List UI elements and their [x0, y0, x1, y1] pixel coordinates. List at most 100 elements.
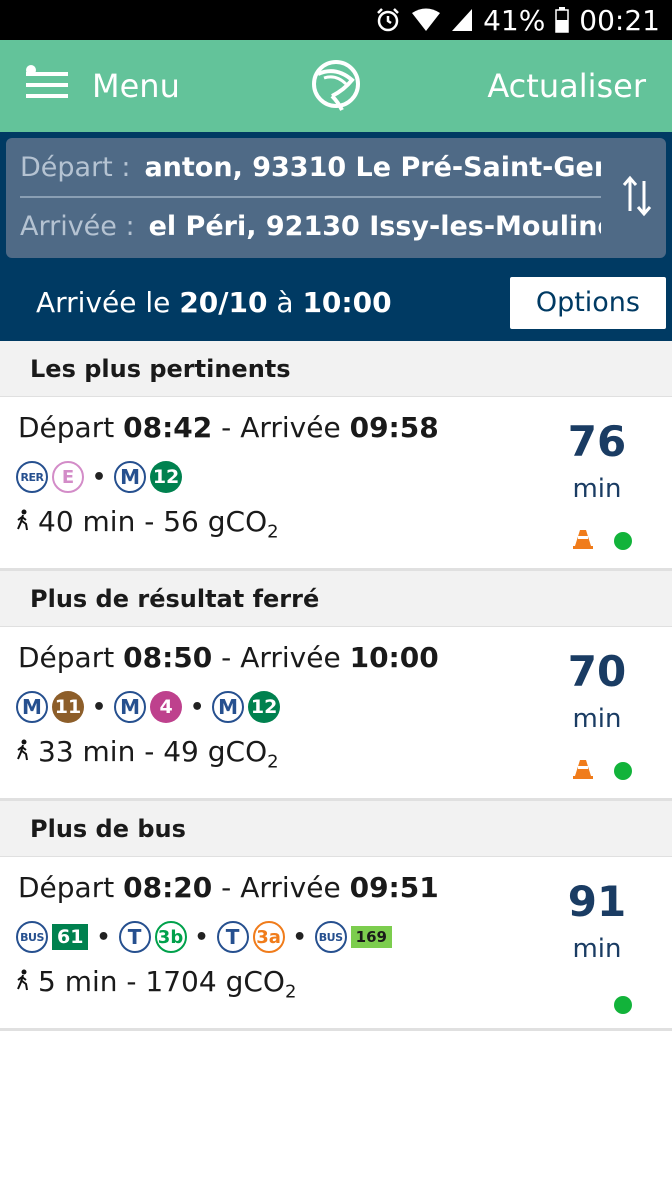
- line-badge: 169: [350, 926, 392, 948]
- trip-indicators: [572, 758, 632, 784]
- section-header: Plus de bus: [0, 801, 672, 857]
- trip-lines: BUS 61 • T 3b • T 3a • BUS 169: [16, 921, 392, 953]
- menu-icon: [22, 64, 70, 108]
- bus-mode-icon: BUS: [314, 921, 347, 953]
- departure-value: anton, 93310 Le Pré-Saint-Gervais: [144, 151, 601, 183]
- arrival-time: 10:00: [349, 641, 439, 674]
- m-mode-icon: M: [114, 691, 147, 723]
- duration-value: 76: [567, 417, 627, 466]
- trip-duration: 70 min: [562, 647, 632, 734]
- trip-duration: 91 min: [562, 877, 632, 964]
- when-time: 10:00: [302, 286, 392, 319]
- arrival-label: Arrivée: [240, 871, 341, 904]
- separator: -: [221, 641, 232, 674]
- departure-time: 08:42: [123, 411, 213, 444]
- line-separator: •: [92, 464, 107, 490]
- duration-unit: min: [572, 934, 622, 964]
- walk-and-co2: 5 min - 1704 gCO2: [38, 965, 296, 1003]
- refresh-button[interactable]: Actualiser: [487, 67, 646, 105]
- arrival-time: 09:58: [349, 411, 439, 444]
- trip-card[interactable]: Départ 08:20 - Arrivée 09:51 BUS 61 • T 3b • T 3…: [0, 857, 672, 1031]
- arrival-time: 09:51: [349, 871, 439, 904]
- time-row: Arrivée le 20/10 à 10:00 Options: [6, 258, 666, 347]
- status-dot-icon: [614, 762, 632, 780]
- duration-value: 91: [567, 877, 627, 926]
- line-separator: •: [92, 694, 107, 720]
- status-dot-icon: [614, 996, 632, 1014]
- line-badge: 61: [52, 924, 89, 950]
- walk-and-co2: 33 min - 49 gCO2: [38, 735, 279, 773]
- line-badge: E: [52, 461, 84, 493]
- walk-icon: [16, 735, 30, 768]
- duration-unit: min: [572, 704, 622, 734]
- trip-card[interactable]: Départ 08:50 - Arrivée 10:00 M 11 • M 4 • M 12 33…: [0, 627, 672, 801]
- arrival-label: Arrivée: [240, 411, 341, 444]
- t-mode-icon: T: [118, 921, 151, 953]
- m-mode-icon: M: [16, 691, 48, 723]
- line-badge: 3a: [252, 921, 285, 953]
- options-button[interactable]: Options: [509, 276, 666, 329]
- wifi-icon: [411, 8, 441, 32]
- rer-mode-icon: RER: [16, 461, 48, 493]
- arrival-label: Arrivée :: [20, 210, 135, 242]
- trip-indicators: [614, 996, 632, 1014]
- walk-text: 5 min - 1704 gCO: [38, 965, 285, 998]
- line-separator: •: [194, 924, 209, 950]
- departure-label: Départ :: [20, 151, 131, 183]
- trip-meta: 33 min - 49 gCO2: [16, 735, 279, 773]
- trip-meta: 5 min - 1704 gCO2: [16, 965, 296, 1003]
- separator: -: [221, 411, 232, 444]
- trip-meta: 40 min - 56 gCO2: [16, 505, 279, 543]
- co2-subscript: 2: [267, 751, 279, 773]
- line-separator: •: [96, 924, 111, 950]
- departure-label: Départ: [18, 641, 115, 674]
- duration-unit: min: [572, 474, 622, 504]
- departure-field[interactable]: Départ : anton, 93310 Le Pré-Saint-Gerva…: [6, 138, 601, 196]
- departure-time: 08:20: [123, 871, 213, 904]
- status-bar: 41% 00:21: [0, 0, 672, 40]
- walk-and-co2: 40 min - 56 gCO2: [38, 505, 279, 543]
- line-badge: 12: [248, 691, 281, 723]
- bus-mode-icon: BUS: [16, 921, 48, 953]
- route-fields: Départ : anton, 93310 Le Pré-Saint-Gerva…: [6, 138, 666, 258]
- arrival-time-selector[interactable]: Arrivée le 20/10 à 10:00: [36, 286, 392, 319]
- departure-label: Départ: [18, 871, 115, 904]
- when-date: 20/10: [179, 286, 268, 319]
- results-list: Les plus pertinents Départ 08:42 - Arrivé…: [0, 341, 672, 1031]
- duration-value: 70: [567, 647, 627, 696]
- line-separator: •: [292, 924, 307, 950]
- alarm-icon: [375, 7, 401, 33]
- disruption-cone-icon: [572, 528, 594, 554]
- line-separator: •: [190, 694, 205, 720]
- section-header: Plus de résultat ferré: [0, 571, 672, 627]
- walk-text: 33 min - 49 gCO: [38, 735, 268, 768]
- co2-subscript: 2: [284, 981, 297, 1003]
- walk-icon: [16, 965, 30, 998]
- walk-text: 40 min - 56 gCO: [38, 505, 268, 538]
- trip-lines: M 11 • M 4 • M 12: [16, 691, 281, 723]
- trip-card[interactable]: Départ 08:42 - Arrivée 09:58 RER E • M 12 40 m…: [0, 397, 672, 571]
- ratp-logo-icon: [308, 56, 364, 116]
- search-panel: Départ : anton, 93310 Le Pré-Saint-Gerva…: [0, 132, 672, 341]
- line-badge: 12: [150, 461, 183, 493]
- trip-times: Départ 08:42 - Arrivée 09:58: [18, 411, 439, 444]
- line-badge: 4: [150, 691, 183, 723]
- battery-icon: [555, 7, 570, 33]
- menu-button[interactable]: Menu: [0, 40, 180, 132]
- m-mode-icon: M: [212, 691, 245, 723]
- trip-duration: 76 min: [562, 417, 632, 504]
- menu-label: Menu: [92, 67, 180, 105]
- arrival-field[interactable]: Arrivée : el Péri, 92130 Issy-les-Moulin…: [20, 196, 601, 254]
- disruption-cone-icon: [572, 758, 594, 784]
- line-badge: 3b: [154, 921, 187, 953]
- m-mode-icon: M: [114, 461, 147, 493]
- battery-percent: 41%: [483, 3, 546, 37]
- trip-times: Départ 08:20 - Arrivée 09:51: [18, 871, 439, 904]
- swap-icon[interactable]: [622, 173, 652, 223]
- walk-icon: [16, 505, 30, 538]
- when-at: à: [276, 286, 294, 319]
- when-prefix: Arrivée le: [36, 286, 171, 319]
- trip-indicators: [572, 528, 632, 554]
- line-badge: 11: [52, 691, 84, 723]
- section-header: Les plus pertinents: [0, 341, 672, 397]
